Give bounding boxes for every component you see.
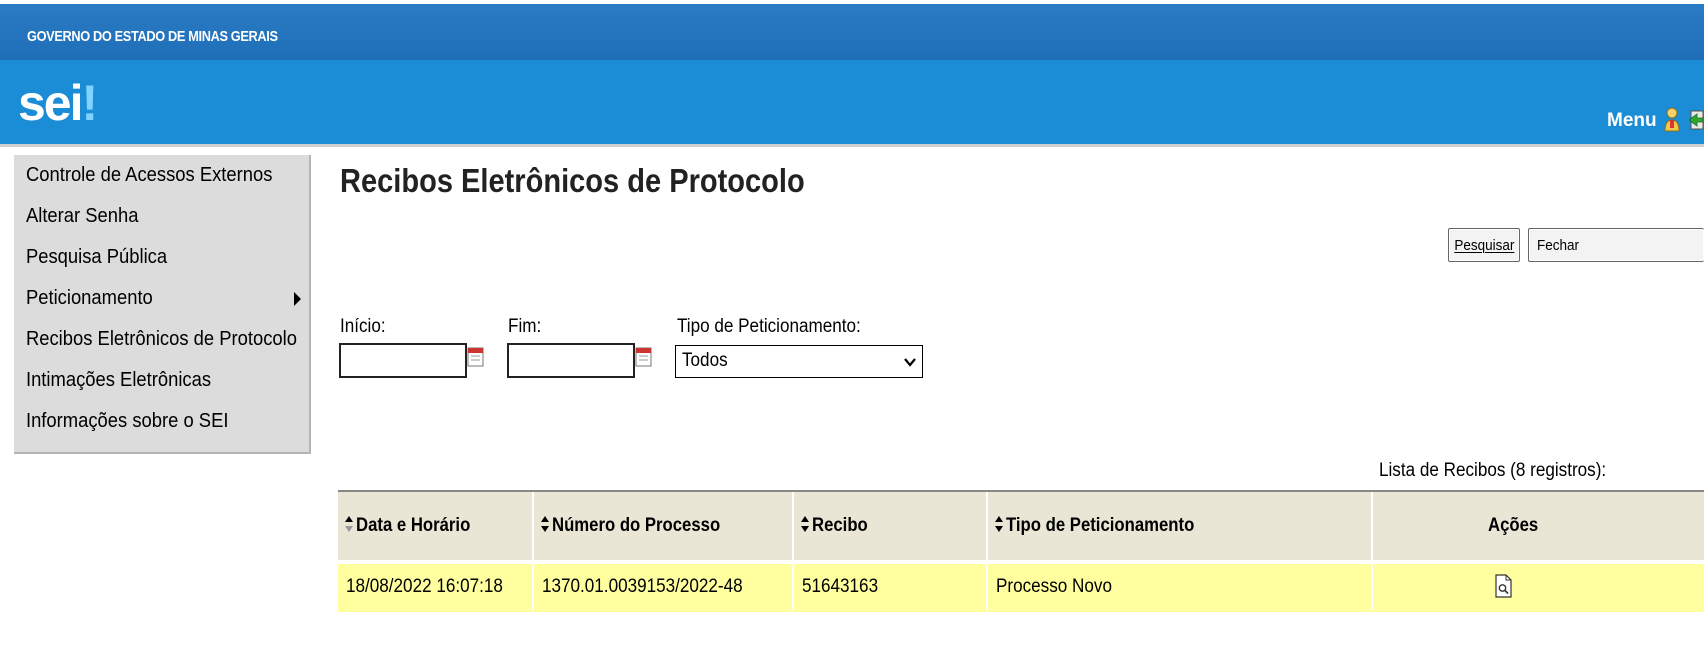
cell-text: Processo Novo [996, 576, 1112, 597]
sidebar-item-label: Peticionamento [25, 287, 153, 309]
sidebar-item-controle-acessos[interactable]: Controle de Acessos Externos [14, 155, 285, 196]
sidebar-item-label: Recibos Eletrônicos de Protocolo [25, 328, 298, 350]
sidebar-menu: Controle de Acessos Externos Alterar Sen… [14, 155, 311, 454]
column-header-data-horario[interactable]: Data e Horário [338, 492, 534, 560]
top-line [0, 0, 1704, 4]
calendar-icon[interactable] [635, 342, 652, 370]
column-header-numero-processo[interactable]: Número do Processo [534, 492, 794, 560]
fechar-button[interactable]: Fechar [1528, 228, 1704, 262]
calendar-icon[interactable] [467, 342, 484, 370]
sidebar-item-pesquisa-publica[interactable]: Pesquisa Pública [14, 237, 285, 278]
sei-logo[interactable]: sei! [18, 74, 99, 132]
column-header-recibo[interactable]: Recibo [794, 492, 988, 560]
cell-tipo-peticionamento: Processo Novo [988, 564, 1373, 610]
sidebar-item-peticionamento[interactable]: Peticionamento [14, 278, 285, 319]
column-header-label: Data e Horário [356, 515, 471, 536]
column-header-label: Recibo [812, 515, 868, 536]
chevron-down-icon [904, 358, 916, 367]
cell-text: 18/08/2022 16:07:18 [346, 576, 503, 597]
sidebar-item-informacoes[interactable]: Informações sobre o SEI [14, 401, 285, 442]
sort-icon[interactable] [800, 514, 810, 534]
fim-date-input[interactable] [507, 343, 635, 378]
document-view-icon[interactable] [1495, 574, 1512, 598]
cell-numero-processo: 1370.01.0039153/2022-48 [534, 564, 794, 610]
cell-text: 51643163 [802, 576, 879, 597]
cell-text: 1370.01.0039153/2022-48 [542, 576, 743, 597]
cell-recibo: 51643163 [794, 564, 988, 610]
sidebar-item-label: Controle de Acessos Externos [25, 164, 273, 186]
tipo-peticionamento-select[interactable]: Todos [675, 345, 923, 378]
sort-icon[interactable] [994, 514, 1004, 534]
menu-link[interactable]: Menu [1607, 110, 1657, 132]
cell-acoes [1373, 564, 1704, 610]
table-row: 18/08/2022 16:07:18 1370.01.0039153/2022… [338, 562, 1704, 612]
inicio-date-input[interactable] [339, 343, 467, 378]
page-title: Recibos Eletrônicos de Protocolo [340, 162, 805, 199]
sidebar-item-label: Intimações Eletrônicas [25, 369, 212, 391]
submenu-arrow-icon [294, 292, 301, 306]
select-value: Todos [682, 350, 728, 371]
column-header-acoes: Ações [1373, 492, 1704, 560]
sidebar-item-alterar-senha[interactable]: Alterar Senha [14, 196, 285, 237]
sort-icon[interactable] [344, 514, 354, 534]
logo-text: sei [18, 75, 84, 131]
sidebar-item-label: Informações sobre o SEI [25, 410, 229, 432]
sidebar-item-label: Alterar Senha [25, 205, 139, 227]
column-header-label: Ações [1488, 515, 1539, 536]
pesquisar-button-label: Pesquisar [1453, 237, 1515, 254]
sidebar-item-label: Pesquisa Pública [25, 246, 168, 268]
exit-icon[interactable] [1689, 108, 1704, 132]
inicio-label: Início: [340, 316, 386, 337]
fim-label: Fim: [508, 316, 542, 337]
logo-bang: ! [81, 75, 99, 131]
pesquisar-button[interactable]: Pesquisar [1448, 228, 1520, 262]
sidebar-item-intimacoes[interactable]: Intimações Eletrônicas [14, 360, 285, 401]
recibos-table: Data e Horário Número do Processo Recibo… [338, 490, 1704, 658]
cell-data-horario: 18/08/2022 16:07:18 [338, 564, 534, 610]
table-header-row: Data e Horário Número do Processo Recibo… [338, 492, 1704, 560]
sidebar-item-recibos[interactable]: Recibos Eletrônicos de Protocolo [14, 319, 297, 360]
column-header-label: Número do Processo [552, 515, 721, 536]
government-title: GOVERNO DO ESTADO DE MINAS GERAIS [27, 28, 278, 45]
brand-bar [0, 60, 1704, 144]
fechar-button-label: Fechar [1537, 237, 1580, 254]
table-caption: Lista de Recibos (8 registros): [1379, 460, 1607, 481]
column-header-tipo-peticionamento[interactable]: Tipo de Peticionamento [988, 492, 1373, 560]
user-icon[interactable] [1662, 106, 1682, 132]
column-header-label: Tipo de Peticionamento [1006, 515, 1195, 536]
sort-icon[interactable] [540, 514, 550, 534]
tipo-peticionamento-label: Tipo de Peticionamento: [677, 316, 861, 337]
brand-bar-divider [0, 144, 1704, 147]
